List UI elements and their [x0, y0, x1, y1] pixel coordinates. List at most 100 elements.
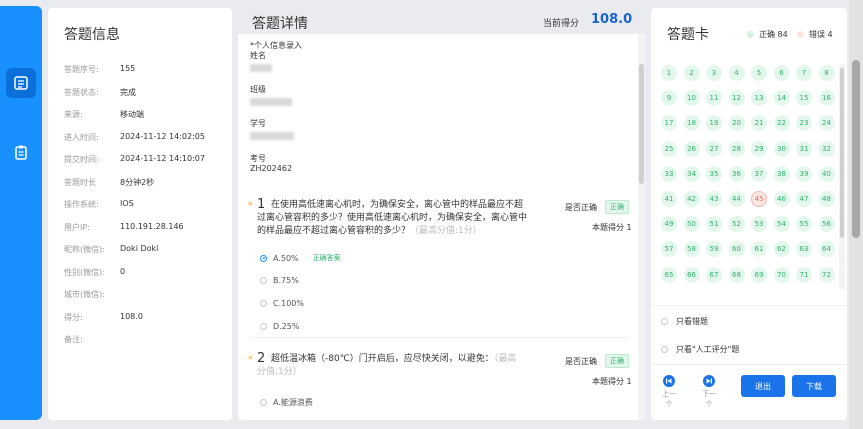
option-radio[interactable]: [260, 323, 267, 330]
answer-card-cell[interactable]: 19: [706, 115, 722, 132]
answer-card-cell[interactable]: 8: [818, 65, 835, 81]
answer-card-cell[interactable]: 10: [683, 90, 700, 107]
answer-card-cell[interactable]: 20: [728, 115, 745, 132]
q1-option[interactable]: A.50% 正确答案: [260, 253, 341, 263]
info-value: 2024-11-12 14:02:05: [120, 131, 205, 141]
answer-card-cell[interactable]: 18: [683, 115, 700, 132]
answer-card-cell[interactable]: 34: [683, 165, 700, 182]
card-scrollbar-thumb[interactable]: [840, 68, 844, 238]
answer-card-cell[interactable]: 22: [773, 115, 790, 132]
answer-card-cell[interactable]: 40: [818, 165, 835, 182]
answer-card-cell[interactable]: 31: [796, 140, 812, 157]
q1-option[interactable]: C.100%: [260, 299, 304, 308]
q2-option[interactable]: A.能源浪费: [260, 397, 313, 408]
answer-card-cell[interactable]: 28: [728, 140, 745, 157]
answer-card-cell[interactable]: 25: [661, 140, 677, 157]
exit-button[interactable]: 退出: [741, 375, 785, 397]
window-scrollbar[interactable]: [849, 0, 863, 429]
card-scrollbar[interactable]: [839, 64, 845, 289]
answer-card-cell[interactable]: 2: [683, 65, 700, 81]
window-scrollbar-thumb[interactable]: [852, 60, 860, 238]
answer-card-cell[interactable]: 69: [751, 266, 767, 283]
answer-card-cell[interactable]: 7: [796, 65, 812, 81]
answer-card-cell[interactable]: 32: [818, 140, 835, 157]
answer-card-cell[interactable]: 55: [796, 216, 812, 233]
answer-card-cell[interactable]: 30: [773, 140, 790, 157]
answer-card-cell[interactable]: 24: [818, 115, 835, 132]
answer-card-cell[interactable]: 53: [751, 216, 767, 233]
answer-card-cell[interactable]: 70: [773, 266, 790, 283]
answer-card-cell[interactable]: 37: [751, 165, 767, 182]
answer-card-cell[interactable]: 38: [773, 165, 790, 182]
answer-card-cell[interactable]: 33: [661, 165, 677, 182]
option-radio[interactable]: [260, 399, 267, 406]
answer-list-icon[interactable]: [6, 68, 36, 98]
answer-card-cell[interactable]: 26: [683, 140, 700, 157]
answer-card-cell[interactable]: 1: [661, 65, 677, 81]
answer-card-cell[interactable]: 57: [661, 241, 677, 258]
answer-card-cell[interactable]: 47: [796, 191, 812, 207]
answer-card-cell[interactable]: 16: [818, 90, 835, 107]
answer-card-cell[interactable]: 59: [706, 241, 722, 258]
answer-card-cell[interactable]: 45: [751, 191, 767, 207]
answer-card-cell[interactable]: 68: [728, 266, 745, 283]
answer-card-cell[interactable]: 5: [751, 65, 767, 81]
detail-scrollbar-thumb[interactable]: [639, 64, 644, 184]
info-row: 答题状态: 完成: [64, 87, 229, 101]
answer-card-cell[interactable]: 65: [661, 266, 677, 283]
answer-card-cell[interactable]: 27: [706, 140, 722, 157]
answer-card-cell[interactable]: 41: [661, 191, 677, 207]
answer-card-cell[interactable]: 66: [683, 266, 700, 283]
option-radio[interactable]: [260, 277, 267, 284]
answer-card-cell[interactable]: 6: [773, 65, 790, 81]
next-button[interactable]: 下一个: [699, 375, 719, 409]
q1-option[interactable]: D.25%: [260, 322, 299, 331]
answer-card-cell[interactable]: 56: [818, 216, 835, 233]
answer-card-cell[interactable]: 43: [706, 191, 722, 207]
filter-wrong-only[interactable]: 只看错题: [661, 316, 708, 327]
filter-manual-radio[interactable]: [661, 346, 668, 353]
answer-card-cell[interactable]: 39: [796, 165, 812, 182]
answer-card-cell[interactable]: 67: [706, 266, 722, 283]
answer-card-cell[interactable]: 58: [683, 241, 700, 258]
answer-card-cell[interactable]: 21: [751, 115, 767, 132]
answer-card-cell[interactable]: 52: [728, 216, 745, 233]
answer-card-cell[interactable]: 61: [751, 241, 767, 258]
answer-card-cell[interactable]: 15: [796, 90, 812, 107]
clipboard-icon[interactable]: [6, 137, 36, 167]
option-radio[interactable]: [260, 254, 267, 262]
answer-card-cell[interactable]: 9: [661, 90, 677, 107]
answer-card-cell[interactable]: 4: [728, 65, 745, 81]
answer-card-cell[interactable]: 71: [796, 266, 812, 283]
answer-card-cell[interactable]: 23: [796, 115, 812, 132]
answer-card-cell[interactable]: 29: [751, 140, 767, 157]
answer-card-cell[interactable]: 17: [661, 115, 677, 132]
filter-manual-score[interactable]: 只看"人工评分"题: [661, 344, 739, 355]
answer-card-cell[interactable]: 62: [773, 241, 790, 258]
answer-card-cell[interactable]: 64: [818, 241, 835, 258]
answer-card-cell[interactable]: 48: [818, 191, 835, 207]
answer-card-cell[interactable]: 50: [683, 216, 700, 233]
answer-card-cell[interactable]: 35: [706, 165, 722, 182]
option-radio[interactable]: [260, 300, 267, 307]
detail-scrollbar[interactable]: [638, 34, 645, 420]
prev-button[interactable]: 上一个: [659, 375, 679, 409]
answer-card-cell[interactable]: 36: [728, 165, 745, 182]
answer-card-cell[interactable]: 46: [773, 191, 790, 207]
answer-card-cell[interactable]: 54: [773, 216, 790, 233]
answer-card-cell[interactable]: 12: [728, 90, 745, 107]
answer-card-cell[interactable]: 11: [706, 90, 722, 107]
q1-option[interactable]: B.75%: [260, 276, 299, 285]
answer-card-cell[interactable]: 14: [773, 90, 790, 107]
answer-card-cell[interactable]: 42: [683, 191, 700, 207]
answer-card-cell[interactable]: 3: [706, 65, 722, 81]
answer-card-cell[interactable]: 49: [661, 216, 677, 233]
filter-wrong-radio[interactable]: [661, 318, 668, 325]
answer-card-cell[interactable]: 13: [751, 90, 767, 107]
answer-card-cell[interactable]: 63: [796, 241, 812, 258]
answer-card-cell[interactable]: 44: [728, 191, 745, 207]
download-button[interactable]: 下载: [792, 375, 836, 397]
answer-card-cell[interactable]: 60: [728, 241, 745, 258]
answer-card-cell[interactable]: 72: [818, 266, 835, 283]
answer-card-cell[interactable]: 51: [706, 216, 722, 233]
